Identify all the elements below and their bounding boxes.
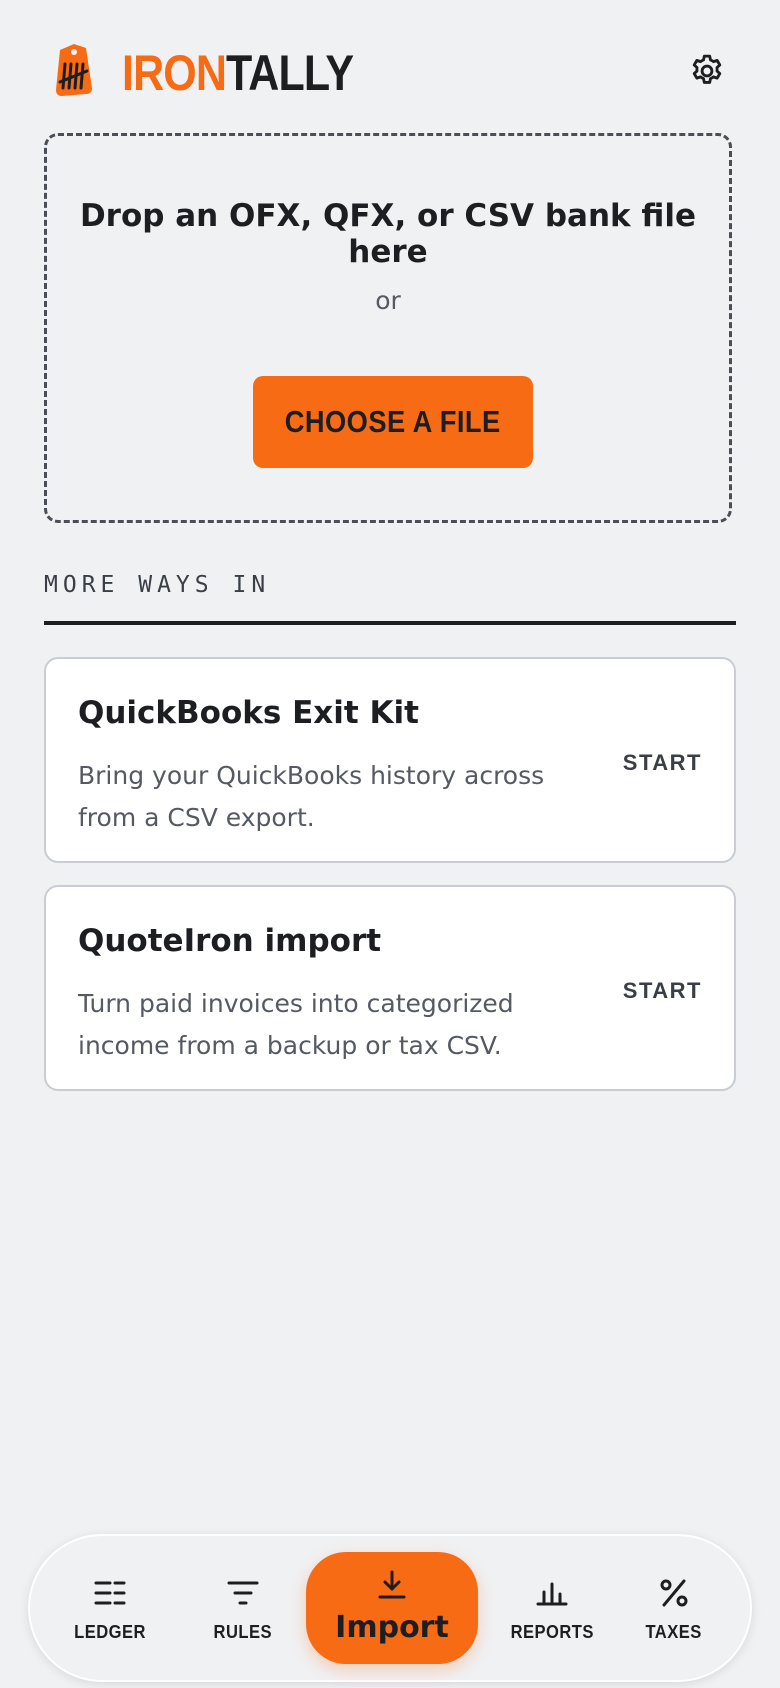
bottom-nav: LEDGER RULES Import REPORTS TAXES [28, 1534, 752, 1682]
card-title: QuickBooks Exit Kit [78, 695, 419, 731]
app-header: IRONTALLY [0, 0, 780, 130]
start-button[interactable]: START [623, 750, 702, 776]
nav-label: TAXES [645, 1622, 703, 1642]
brand-tally: TALLY [226, 45, 354, 101]
brand-iron: IRON [122, 45, 227, 101]
card-title: QuoteIron import [78, 923, 382, 959]
settings-button[interactable] [686, 50, 728, 92]
nav-label: LEDGER [74, 1622, 146, 1642]
section-divider [44, 621, 736, 625]
start-button[interactable]: START [623, 978, 702, 1004]
filter-icon [226, 1576, 260, 1610]
file-dropzone[interactable]: Drop an OFX, QFX, or CSV bank file here … [44, 133, 732, 523]
brand-wordmark: IRONTALLY [122, 38, 354, 108]
ledger-list-icon [93, 1576, 127, 1610]
nav-label: REPORTS [510, 1622, 594, 1642]
section-heading: MORE WAYS IN [44, 572, 271, 598]
dropzone-title: Drop an OFX, QFX, or CSV bank file here [79, 198, 697, 270]
percent-icon [657, 1576, 691, 1610]
gear-icon [692, 54, 722, 84]
download-icon [375, 1568, 409, 1602]
nav-item-import[interactable]: Import [306, 1552, 478, 1664]
choose-file-button[interactable]: CHOOSE A FILE [253, 376, 533, 468]
quoteiron-import-card[interactable]: QuoteIron import Turn paid invoices into… [44, 885, 736, 1091]
nav-item-rules[interactable]: RULES [193, 1536, 293, 1684]
choose-file-label: CHOOSE A FILE [285, 404, 501, 439]
dropzone-or: or [375, 286, 401, 315]
card-description: Bring your QuickBooks history across fro… [78, 761, 545, 832]
price-tag-logo-icon [52, 42, 98, 98]
nav-label: RULES [213, 1622, 273, 1642]
bar-chart-icon [535, 1576, 569, 1610]
nav-label: Import [335, 1610, 449, 1645]
nav-item-reports[interactable]: REPORTS [497, 1536, 607, 1684]
nav-item-taxes[interactable]: TAXES [624, 1536, 724, 1684]
card-description: Turn paid invoices into categorized inco… [78, 989, 514, 1060]
quickbooks-exit-kit-card[interactable]: QuickBooks Exit Kit Bring your QuickBook… [44, 657, 736, 863]
nav-item-ledger[interactable]: LEDGER [60, 1536, 160, 1684]
